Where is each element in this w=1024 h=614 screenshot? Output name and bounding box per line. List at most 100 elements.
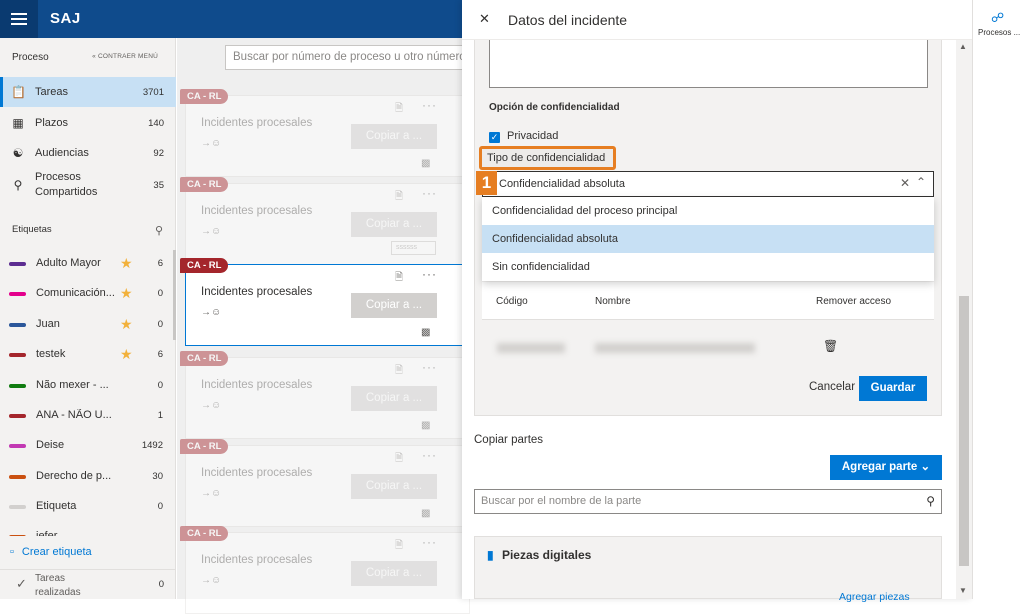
tasks-done-item[interactable]: ✓ Tareas realizadas 0 bbox=[0, 569, 176, 599]
incident-details-panel: ✕ Datos del incidente Opción de confiden… bbox=[462, 0, 972, 603]
star-icon[interactable]: ★ bbox=[120, 346, 133, 363]
nav-item-procesos-compartidos[interactable]: ⚲ Procesos Compartidos 35 bbox=[0, 169, 176, 201]
user-icon: →☺ bbox=[201, 400, 222, 411]
panel-scrollbar-thumb[interactable] bbox=[959, 296, 969, 566]
sidebar-section-title: Proceso bbox=[12, 52, 49, 63]
search-icon[interactable]: ⚲ bbox=[926, 494, 935, 508]
processes-label[interactable]: Procesos ... bbox=[978, 28, 1020, 37]
user-icon: →☺ bbox=[201, 488, 222, 499]
task-card[interactable]: CA - RL 🗎 ··· Incidentes procesales →☺ C… bbox=[180, 177, 470, 265]
more-options-icon[interactable]: ··· bbox=[422, 448, 437, 462]
screen-icon[interactable]: ▩ bbox=[421, 327, 430, 338]
document-icon[interactable]: 🗎 bbox=[395, 101, 403, 118]
task-card[interactable]: CA - RL 🗎 ··· Incidentes procesales →☺ C… bbox=[180, 526, 470, 614]
process-search-input[interactable]: Buscar por número de proceso u otro núme… bbox=[225, 45, 465, 70]
nav-item-plazos[interactable]: ▦ Plazos 140 bbox=[0, 108, 176, 138]
privacy-label: Privacidad bbox=[507, 130, 559, 142]
tag-item[interactable]: Deise 1492 bbox=[0, 431, 176, 461]
more-options-icon[interactable]: ··· bbox=[422, 267, 437, 281]
copy-to-button[interactable]: Copiar a ... bbox=[351, 561, 437, 586]
nav-item-tareas[interactable]: 📋 Tareas 3701 bbox=[0, 77, 176, 107]
screen-icon[interactable]: ▩ bbox=[421, 508, 430, 519]
tag-item[interactable]: Comunicación... ★ 0 bbox=[0, 279, 176, 309]
nav-item-audiencias[interactable]: ☯ Audiencias 92 bbox=[0, 138, 176, 168]
sidebar: Proceso « CONTRAER MENÚ 📋 Tareas 3701 ▦ … bbox=[0, 38, 176, 599]
more-options-icon[interactable]: ··· bbox=[422, 360, 437, 374]
tag-item[interactable]: Etiqueta 0 bbox=[0, 492, 176, 522]
more-options-icon[interactable]: ··· bbox=[422, 186, 437, 200]
copy-to-button[interactable]: Copiar a ... bbox=[351, 293, 437, 318]
party-search-input[interactable]: Buscar por el nombre de la parte ⚲ bbox=[474, 489, 942, 514]
copy-to-button[interactable]: Copiar a ... bbox=[351, 212, 437, 237]
add-party-button[interactable]: Agregar parte ⌄ bbox=[830, 455, 942, 480]
save-button[interactable]: Guardar bbox=[859, 376, 927, 401]
column-header-code: Código bbox=[496, 296, 528, 307]
chevron-up-icon[interactable]: ⌃ bbox=[916, 175, 926, 189]
document-icon[interactable]: 🗎 bbox=[395, 451, 403, 468]
privacy-checkbox[interactable]: ✓ bbox=[489, 132, 500, 143]
column-header-name: Nombre bbox=[595, 296, 631, 307]
screen-icon[interactable]: ▩ bbox=[421, 420, 430, 431]
star-icon[interactable]: ★ bbox=[120, 285, 133, 302]
calendar-icon: ▦ bbox=[12, 116, 24, 130]
tag-color-bar bbox=[9, 353, 26, 357]
tag-color-bar bbox=[9, 475, 26, 479]
collapse-menu-button[interactable]: « CONTRAER MENÚ bbox=[92, 53, 158, 60]
chevron-down-icon: ⌄ bbox=[920, 461, 931, 473]
column-header-remove: Remover acceso bbox=[816, 296, 892, 307]
copy-to-button[interactable]: Copiar a ... bbox=[351, 124, 437, 149]
user-icon: →☺ bbox=[201, 307, 222, 318]
hamburger-menu-button[interactable] bbox=[0, 0, 38, 38]
tag-item[interactable]: Derecho de p... 30 bbox=[0, 462, 176, 492]
tag-color-bar bbox=[9, 444, 26, 448]
tag-item[interactable]: Adulto Mayor ★ 6 bbox=[0, 249, 176, 279]
status-badge: CA - RL bbox=[180, 526, 229, 541]
access-table-header: Código Nombre Remover acceso bbox=[482, 282, 934, 320]
tag-item[interactable]: ANA - NÃO U... 1 bbox=[0, 401, 176, 431]
document-icon[interactable]: 🗎 bbox=[395, 363, 403, 380]
redacted-code bbox=[497, 343, 565, 353]
task-card[interactable]: CA - RL 🗎 ··· Incidentes procesales →☺ C… bbox=[180, 351, 470, 439]
card-tag: ssssss bbox=[391, 241, 436, 255]
task-card[interactable]: CA - RL 🗎 ··· Incidentes procesales →☺ C… bbox=[180, 89, 470, 177]
confidentiality-section: Opción de confidencialidad ✓ Privacidad … bbox=[474, 40, 942, 416]
tag-color-bar bbox=[9, 505, 26, 509]
copy-to-button[interactable]: Copiar a ... bbox=[351, 474, 437, 499]
copy-to-button[interactable]: Copiar a ... bbox=[351, 386, 437, 411]
trash-icon[interactable]: 🗑 bbox=[823, 339, 838, 353]
sidebar-scrollbar[interactable] bbox=[173, 250, 176, 340]
scroll-down-arrow-icon[interactable]: ▼ bbox=[959, 586, 967, 595]
tag-item[interactable]: testek ★ 6 bbox=[0, 340, 176, 370]
star-icon[interactable]: ★ bbox=[120, 316, 133, 333]
task-card[interactable]: CA - RL 🗎 ··· Incidentes procesales →☺ C… bbox=[180, 439, 470, 527]
dropdown-option[interactable]: Confidencialidad del proceso principal bbox=[482, 197, 934, 225]
tag-item[interactable]: jefer bbox=[0, 522, 176, 536]
document-icon[interactable]: 🗎 bbox=[395, 189, 403, 206]
dropdown-option-selected[interactable]: Confidencialidad absoluta bbox=[482, 225, 934, 253]
digital-pieces-title: Piezas digitales bbox=[501, 548, 592, 562]
step-badge: 1 bbox=[476, 171, 497, 195]
screen-icon[interactable]: ▩ bbox=[421, 158, 430, 169]
search-tags-icon[interactable]: ⚲ bbox=[155, 224, 163, 237]
more-options-icon[interactable]: ··· bbox=[422, 98, 437, 112]
close-icon[interactable]: ✕ bbox=[479, 11, 490, 27]
tag-item[interactable]: Juan ★ 0 bbox=[0, 310, 176, 340]
clear-icon[interactable]: ✕ bbox=[900, 176, 910, 190]
scroll-up-arrow-icon[interactable]: ▲ bbox=[959, 42, 967, 51]
task-card-selected[interactable]: CA - RL 🗎 ··· Incidentes procesales →☺ C… bbox=[180, 258, 470, 346]
tag-color-bar bbox=[9, 414, 26, 418]
document-icon[interactable]: 🗎 bbox=[395, 538, 403, 555]
create-tag-link[interactable]: ▫ Crear etiqueta bbox=[10, 546, 92, 558]
more-options-icon[interactable]: ··· bbox=[422, 535, 437, 549]
status-badge: CA - RL bbox=[180, 89, 229, 104]
cancel-button[interactable]: Cancelar bbox=[809, 381, 855, 393]
tag-item[interactable]: Não mexer - ... 0 bbox=[0, 371, 176, 401]
description-textarea[interactable] bbox=[489, 40, 928, 88]
clipboard-icon: 📋 bbox=[11, 85, 26, 99]
dropdown-option[interactable]: Sin confidencialidad bbox=[482, 253, 934, 281]
star-icon[interactable]: ★ bbox=[120, 255, 133, 272]
add-pieces-link[interactable]: Agregar piezas bbox=[839, 591, 910, 603]
document-icon[interactable]: 🗎 bbox=[395, 270, 403, 287]
confidentiality-type-dropdown[interactable]: Confidencialidad absoluta ✕ ⌃ bbox=[482, 171, 934, 197]
process-tree-icon[interactable]: ☍ bbox=[991, 10, 1004, 26]
